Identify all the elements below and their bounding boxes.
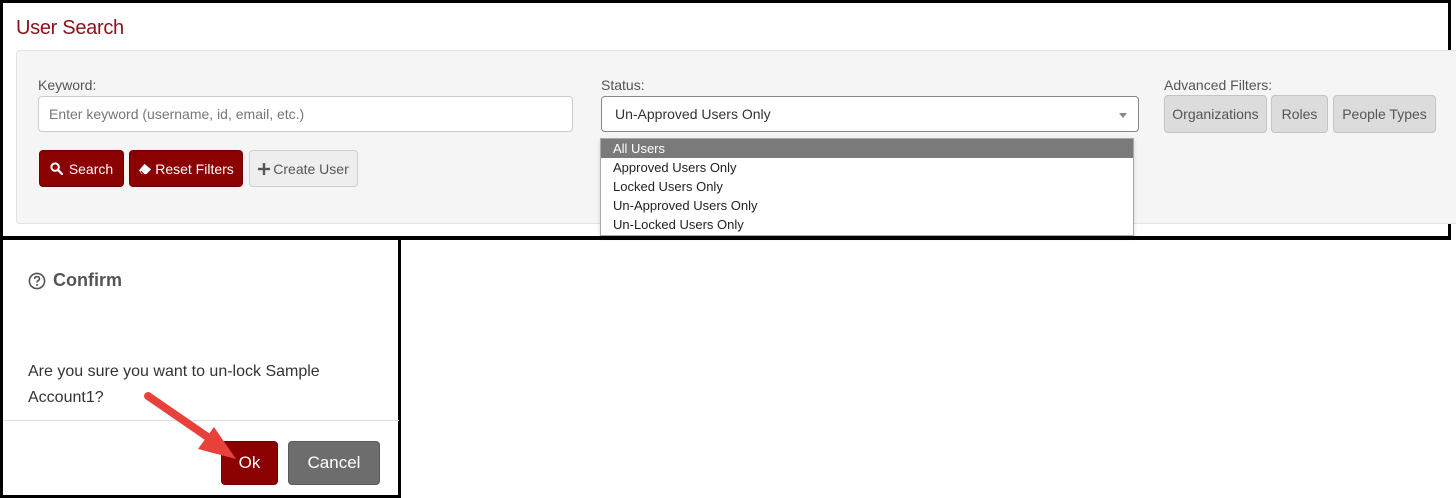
keyword-input[interactable]	[38, 96, 573, 132]
question-circle-icon	[28, 272, 46, 289]
status-selected-value: Un-Approved Users Only	[615, 106, 771, 122]
status-option-approved[interactable]: Approved Users Only	[601, 158, 1133, 177]
confirm-dialog: Confirm Are you sure you want to un-lock…	[0, 240, 401, 498]
status-select[interactable]: Un-Approved Users Only	[601, 96, 1139, 132]
confirm-title: Confirm	[53, 270, 122, 290]
create-user-button[interactable]: Create User	[249, 150, 358, 187]
status-option-unapproved[interactable]: Un-Approved Users Only	[601, 196, 1133, 215]
organizations-filter-button[interactable]: Organizations	[1164, 95, 1267, 133]
page-title: User Search	[16, 17, 124, 39]
search-button-label: Search	[68, 160, 114, 177]
status-option-all-users[interactable]: All Users	[601, 139, 1133, 158]
ok-button[interactable]: Ok	[221, 441, 278, 485]
cancel-button[interactable]: Cancel	[288, 441, 380, 485]
keyword-label: Keyword:	[38, 77, 97, 93]
status-option-locked[interactable]: Locked Users Only	[601, 177, 1133, 196]
reset-filters-label: Reset Filters	[155, 160, 234, 177]
status-label: Status:	[601, 77, 645, 93]
status-dropdown-list: All Users Approved Users Only Locked Use…	[600, 138, 1134, 236]
divider	[3, 420, 399, 421]
search-button[interactable]: Search	[39, 150, 124, 187]
confirm-header: Confirm	[28, 270, 122, 291]
advanced-filters-label: Advanced Filters:	[1164, 77, 1273, 93]
eraser-icon	[139, 163, 152, 175]
roles-filter-button[interactable]: Roles	[1271, 95, 1328, 133]
status-option-unlocked[interactable]: Un-Locked Users Only	[601, 215, 1133, 234]
chevron-down-icon	[1119, 113, 1127, 118]
search-icon	[50, 162, 63, 175]
create-user-label: Create User	[273, 160, 349, 177]
people-types-filter-button[interactable]: People Types	[1333, 95, 1436, 133]
reset-filters-button[interactable]: Reset Filters	[129, 150, 243, 187]
confirm-message: Are you sure you want to un-lock Sample …	[28, 363, 320, 406]
plus-icon	[258, 162, 271, 175]
